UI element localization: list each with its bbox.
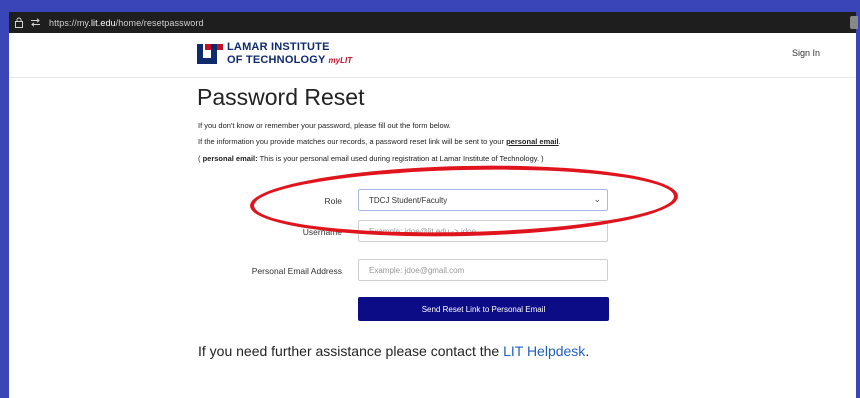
lit-logo-mark-icon: [197, 43, 223, 65]
role-highlight-circle: [249, 161, 679, 241]
logo-mylit: myLIT: [328, 56, 353, 65]
url-text[interactable]: https://my.lit.edu/home/resetpassword: [49, 18, 204, 28]
personal-email-emphasis: personal email: [506, 137, 559, 146]
browser-edge-control: [850, 16, 858, 29]
email-placeholder: Example: jdoe@gmail.com: [369, 265, 465, 275]
window-frame-right: [856, 0, 860, 398]
instructions-line-3: ( personal email: This is your personal …: [198, 154, 544, 163]
browser-address-bar[interactable]: https://my.lit.edu/home/resetpassword: [9, 12, 858, 33]
assistance-text: If you need further assistance please co…: [198, 343, 590, 359]
page-title: Password Reset: [197, 84, 365, 110]
lit-logo[interactable]: LAMAR INSTITUTE OF TECHNOLOGY myLIT: [197, 42, 352, 66]
logo-line-1: LAMAR INSTITUTE: [227, 41, 330, 53]
logo-line-2: OF TECHNOLOGY: [227, 54, 326, 66]
site-header: LAMAR INSTITUTE OF TECHNOLOGY myLIT Sign …: [9, 33, 856, 78]
site-info-icon[interactable]: [29, 17, 41, 29]
send-reset-link-button[interactable]: Send Reset Link to Personal Email: [358, 297, 609, 321]
personal-email-label: Personal Email Address: [251, 266, 342, 276]
instructions-line-1: If you don't know or remember your passw…: [198, 121, 451, 130]
instructions-line-2: If the information you provide matches o…: [198, 137, 561, 146]
lock-icon[interactable]: [13, 17, 25, 29]
window-frame-left: [0, 0, 9, 398]
sign-in-link[interactable]: Sign In: [792, 48, 820, 58]
lit-helpdesk-link[interactable]: LIT Helpdesk: [503, 343, 585, 359]
personal-email-input[interactable]: Example: jdoe@gmail.com: [358, 259, 608, 281]
window-frame-top: [9, 0, 856, 12]
